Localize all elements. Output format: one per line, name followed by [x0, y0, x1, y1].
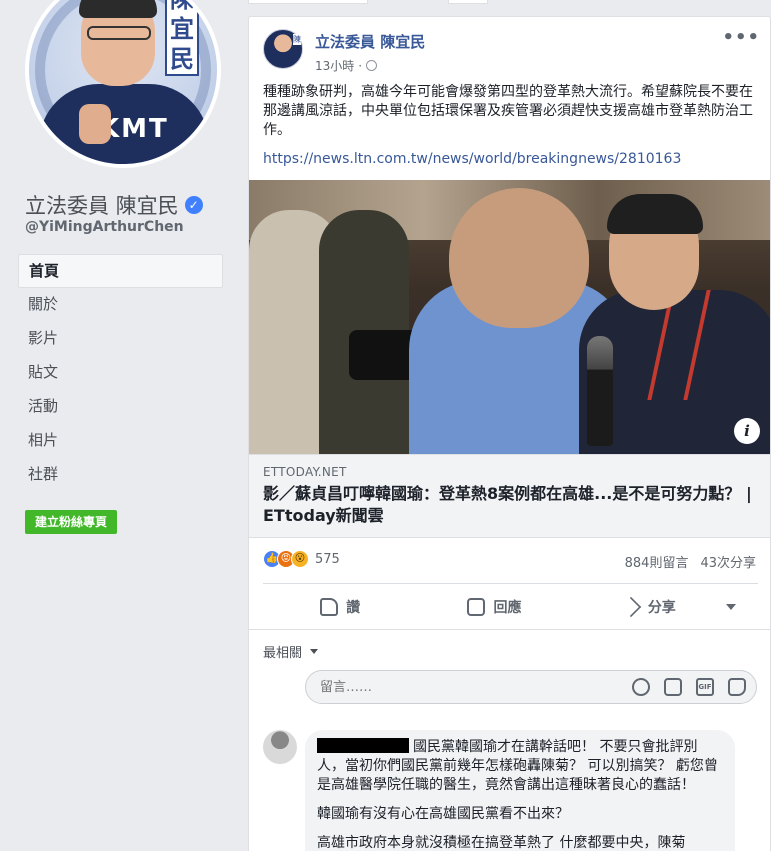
- nav-item-events[interactable]: 活動: [18, 390, 223, 424]
- more-options-icon[interactable]: •••: [722, 27, 760, 48]
- comment-text-para2: 韓國瑜有沒有心在高雄國民黨看不出來？: [317, 806, 569, 822]
- avatar-name-banner: 陳宜民: [165, 0, 199, 76]
- commenter-name-redacted[interactable]: [317, 738, 409, 753]
- commenter-avatar[interactable]: [263, 730, 297, 764]
- link-preview-box[interactable]: ETTODAY.NET 影／蘇貞昌叮嚀韓國瑜：登革熱8案例都在高雄...是不是可…: [249, 454, 770, 538]
- photo-microphone: [587, 336, 613, 446]
- profile-picture[interactable]: KMT 陳宜民: [25, 0, 221, 168]
- comment-text-para3: 高雄市政府本身就沒積極在搞登革熱了 什麼都要中央，陳菊: [317, 835, 686, 851]
- chevron-down-icon: [310, 649, 319, 654]
- post-author-name[interactable]: 立法委員 陳宜民: [315, 31, 425, 52]
- verified-badge-icon: ✓: [184, 196, 203, 214]
- nav-item-posts[interactable]: 貼文: [18, 356, 223, 390]
- post-card: 立法委員 陳宜民 13小時 · ••• 種種跡象研判，高雄今年可能會爆發第四型的…: [248, 16, 771, 851]
- post-meta: 立法委員 陳宜民 13小時 ·: [315, 31, 425, 74]
- comment-bubble: 國民黨韓國瑜才在講幹話吧！ 不要只會批評別人，當初你們國民黨前幾年怎樣砲轟陳菊？…: [305, 730, 735, 851]
- post-header: 立法委員 陳宜民 13小時 ·: [263, 29, 425, 74]
- comments-count[interactable]: 884則留言: [625, 552, 689, 571]
- page-name[interactable]: 立法委員 陳宜民 ✓: [25, 190, 203, 220]
- comments-section: 最相關 GIF 國民黨韓國瑜才在講幹話吧！ 不要只會批評別人，當初你們國民黨前幾…: [249, 629, 770, 851]
- avatar: KMT 陳宜民: [29, 0, 217, 164]
- previous-card-edge: [248, 0, 771, 4]
- post-author-avatar[interactable]: [263, 29, 303, 69]
- comment-input[interactable]: [306, 671, 606, 703]
- globe-icon: [366, 60, 378, 71]
- nav-item-about[interactable]: 關於: [18, 288, 223, 322]
- nav-item-photos[interactable]: 相片: [18, 424, 223, 458]
- post-actions-bar: 讚 回應 分享: [263, 583, 758, 629]
- link-title: 影／蘇貞昌叮嚀韓國瑜：登革熱8案例都在高雄...是不是可努力點？ | ETtod…: [263, 484, 752, 525]
- photo-bald-man: [449, 188, 589, 328]
- shares-count[interactable]: 43次分享: [700, 552, 756, 571]
- page-name-text: 立法委員 陳宜民: [25, 194, 179, 218]
- page-handle[interactable]: @YiMingArthurChen: [25, 219, 184, 235]
- wow-reaction-icon: 😮: [291, 550, 309, 568]
- post-body-text: 種種跡象研判，高雄今年可能會爆發第四型的登革熱大流行。希望蘇院長不要在那邊講風涼…: [263, 84, 753, 138]
- share-button[interactable]: 分享: [572, 596, 726, 617]
- audience-dropdown-icon[interactable]: [725, 603, 736, 610]
- thumbs-up-icon: [320, 597, 339, 616]
- emoji-icon[interactable]: [632, 678, 650, 696]
- post-time-separator: ·: [358, 58, 363, 73]
- thumbs-up-hand: [79, 104, 111, 144]
- post-url-link[interactable]: https://news.ltn.com.tw/news/world/break…: [263, 151, 681, 167]
- page-nav: 首頁 關於 影片 貼文 活動 相片 社群: [18, 254, 223, 492]
- camera-icon[interactable]: [664, 678, 682, 696]
- share-arrow-icon: [620, 596, 641, 617]
- composer-icons: GIF: [632, 678, 746, 696]
- post-timestamp[interactable]: 13小時 ·: [315, 57, 425, 74]
- comment-sort-label: 最相關: [263, 646, 303, 661]
- avatar-glasses: [87, 26, 151, 40]
- like-button[interactable]: 讚: [263, 597, 417, 617]
- nav-item-home[interactable]: 首頁: [18, 254, 223, 288]
- post-stats: 884則留言 43次分享: [625, 552, 756, 571]
- comment-button[interactable]: 回應: [417, 597, 571, 617]
- comment-sort-dropdown[interactable]: 最相關: [263, 642, 319, 661]
- reactions-summary[interactable]: 👍 😡 😮 575: [263, 550, 340, 568]
- post-time-text: 13小時: [315, 59, 355, 73]
- sticker-icon[interactable]: [728, 678, 746, 696]
- left-column: KMT 陳宜民 立法委員 陳宜民 ✓ @YiMingArthurChen 首頁 …: [0, 0, 235, 851]
- link-domain: ETTODAY.NET: [263, 465, 347, 479]
- photo-hair: [607, 194, 703, 234]
- avatar-hair: [79, 0, 157, 18]
- reactions-count: 575: [315, 551, 340, 567]
- nav-item-community[interactable]: 社群: [18, 458, 223, 492]
- like-label: 讚: [346, 599, 361, 616]
- gif-icon[interactable]: GIF: [696, 678, 714, 696]
- speech-bubble-icon: [467, 597, 486, 616]
- create-page-button[interactable]: 建立粉絲專頁: [25, 510, 118, 534]
- info-icon[interactable]: i: [734, 418, 760, 444]
- nav-item-videos[interactable]: 影片: [18, 322, 223, 356]
- link-preview-image[interactable]: i: [249, 180, 770, 454]
- comment-label: 回應: [493, 599, 522, 616]
- comment-first-paragraph: 國民黨韓國瑜才在講幹話吧！ 不要只會批評別人，當初你們國民黨前幾年怎樣砲轟陳菊？…: [317, 738, 723, 795]
- share-label: 分享: [647, 599, 676, 616]
- comment-composer: GIF: [305, 670, 757, 704]
